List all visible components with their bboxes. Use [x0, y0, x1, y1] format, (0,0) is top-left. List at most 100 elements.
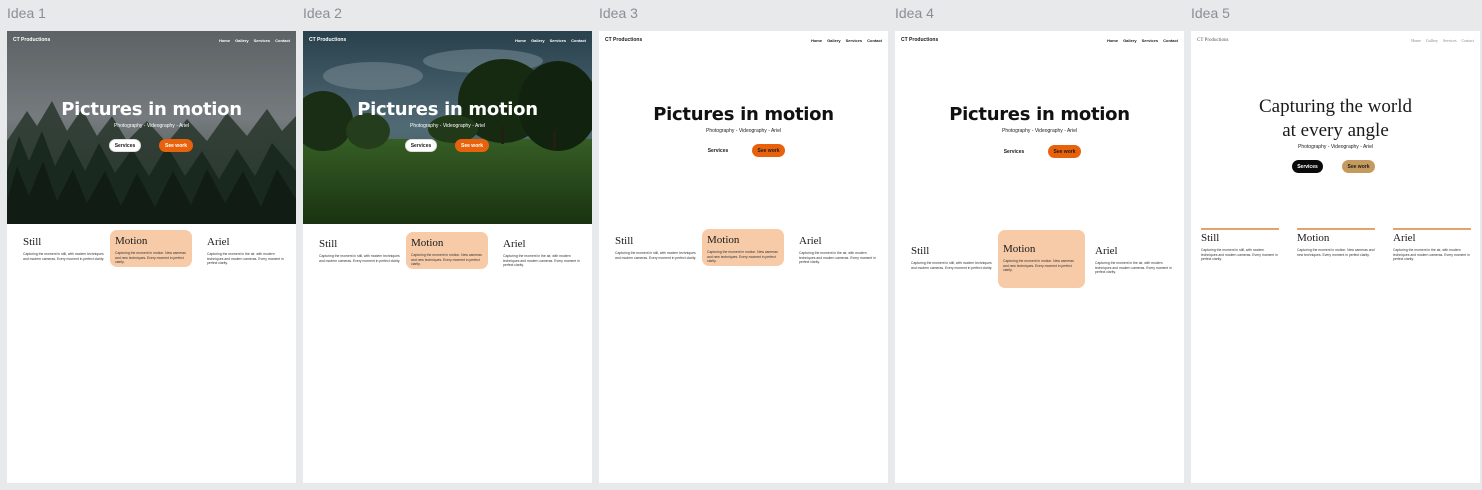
hero-subtitle: Photography - Videography - Ariel	[410, 123, 485, 129]
brand-logo[interactable]: CT Productions	[1197, 38, 1228, 43]
hero-title: Pictures in motion	[653, 104, 834, 125]
services-button[interactable]: Services	[109, 139, 141, 152]
card-title: Still	[319, 238, 338, 250]
hero-subtitle: Photography - Videography - Ariel	[1298, 144, 1373, 150]
card-title: Still	[23, 236, 42, 248]
top-nav: CT Productions Home Gallery Services Con…	[599, 31, 888, 49]
service-card-ariel: Ariel Capturing the moment in the air, w…	[799, 236, 881, 265]
see-work-button[interactable]: See work	[752, 144, 785, 157]
card-text: Capturing the moment in the air, with mo…	[207, 252, 284, 266]
service-card-still: Still Capturing the moment in still, wit…	[1201, 228, 1279, 262]
hero-title-line-2: at every angle	[1282, 120, 1389, 141]
nav-gallery[interactable]: Gallery	[1123, 38, 1137, 43]
nav-contact[interactable]: Contact	[1462, 38, 1474, 43]
card-title: Motion	[115, 235, 148, 247]
nav-contact[interactable]: Contact	[1163, 38, 1178, 43]
services-button[interactable]: Services	[1292, 160, 1323, 173]
hero-title: Pictures in motion	[949, 104, 1130, 125]
card-text: Capturing the moment in motion. New came…	[1003, 259, 1074, 273]
artboard[interactable]: Pictures in motion Photography - Videogr…	[303, 31, 592, 483]
nav-gallery[interactable]: Gallery	[531, 38, 545, 43]
brand-logo[interactable]: CT Productions	[901, 37, 938, 43]
card-text: Capturing the moment in still, with mode…	[615, 251, 697, 260]
card-text: Capturing the moment in the air, with mo…	[1393, 248, 1470, 262]
see-work-button[interactable]: See work	[1342, 160, 1375, 173]
hero-title-line-1: Capturing the world	[1258, 96, 1413, 117]
card-text: Capturing the moment in still, with mode…	[319, 254, 401, 263]
nav-services[interactable]: Services	[1443, 38, 1457, 43]
see-work-button[interactable]: See work	[159, 139, 193, 152]
nav-services[interactable]: Services	[254, 38, 270, 43]
hero-section: Pictures in motion Photography - Videogr…	[7, 31, 296, 224]
brand-logo[interactable]: CT Productions	[605, 37, 642, 43]
artboard[interactable]: CT Productions Home Gallery Services Con…	[1191, 31, 1480, 483]
card-title: Still	[1201, 232, 1220, 244]
brand-logo[interactable]: CT Productions	[13, 37, 50, 43]
nav-gallery[interactable]: Gallery	[235, 38, 249, 43]
card-text: Capturing the moment in motion. New came…	[411, 253, 482, 267]
card-title: Motion	[707, 234, 740, 246]
nav-home[interactable]: Home	[219, 38, 230, 43]
card-title: Motion	[1297, 232, 1330, 244]
hero-section: Pictures in motion Photography - Videogr…	[303, 31, 592, 224]
service-card-still: Still Capturing the moment in still, wit…	[23, 237, 105, 261]
nav-contact[interactable]: Contact	[275, 38, 290, 43]
nav-home[interactable]: Home	[1411, 38, 1421, 43]
card-text: Capturing the moment in still, with mode…	[1201, 248, 1278, 262]
artboard[interactable]: CT Productions Home Gallery Services Con…	[895, 31, 1184, 483]
card-title: Ariel	[207, 236, 230, 248]
hero-subtitle: Photography - Videography - Ariel	[706, 128, 781, 134]
services-button[interactable]: Services	[998, 145, 1030, 158]
nav-services[interactable]: Services	[550, 38, 566, 43]
service-card-ariel: Ariel Capturing the moment in the air, w…	[1095, 246, 1177, 275]
card-title: Still	[911, 245, 930, 257]
hero-title: Pictures in motion	[61, 99, 242, 120]
top-nav: CT Productions Home Gallery Services Con…	[1191, 31, 1480, 49]
card-title: Ariel	[799, 235, 822, 247]
frame-label: Idea 4	[895, 5, 934, 21]
service-card-motion: Motion Capturing the moment in motion. N…	[1297, 228, 1375, 257]
nav-home[interactable]: Home	[1107, 38, 1118, 43]
service-card-motion: Motion Capturing the moment in motion. N…	[406, 232, 488, 269]
hero-subtitle: Photography - Videography - Ariel	[1002, 128, 1077, 134]
brand-logo[interactable]: CT Productions	[309, 37, 346, 43]
hero-title: Pictures in motion	[357, 99, 538, 120]
nav-home[interactable]: Home	[515, 38, 526, 43]
nav-gallery[interactable]: Gallery	[1426, 38, 1438, 43]
artboard[interactable]: CT Productions Home Gallery Services Con…	[599, 31, 888, 483]
card-title: Motion	[411, 237, 444, 249]
card-text: Capturing the moment in still, with mode…	[911, 261, 993, 270]
frame-label: Idea 3	[599, 5, 638, 21]
card-title: Ariel	[1393, 232, 1416, 244]
nav-contact[interactable]: Contact	[867, 38, 882, 43]
services-button[interactable]: Services	[405, 139, 437, 152]
see-work-button[interactable]: See work	[455, 139, 489, 152]
hero-subtitle: Photography - Videography - Ariel	[114, 123, 189, 129]
card-text: Capturing the moment in motion. New came…	[115, 251, 186, 265]
nav-services[interactable]: Services	[846, 38, 862, 43]
service-card-still: Still Capturing the moment in still, wit…	[319, 239, 401, 263]
nav-gallery[interactable]: Gallery	[827, 38, 841, 43]
service-card-ariel: Ariel Capturing the moment in the air, w…	[503, 239, 585, 268]
card-text: Capturing the moment in the air, with mo…	[799, 251, 876, 265]
card-title: Ariel	[503, 238, 526, 250]
card-text: Capturing the moment in the air, with mo…	[1095, 261, 1172, 275]
frame-label: Idea 1	[7, 5, 46, 21]
nav-services[interactable]: Services	[1142, 38, 1158, 43]
nav-contact[interactable]: Contact	[571, 38, 586, 43]
hero-title: Capturing the world at every angle	[1191, 95, 1480, 143]
service-card-still: Still Capturing the moment in still, wit…	[615, 236, 697, 260]
service-card-motion: Motion Capturing the moment in motion. N…	[998, 230, 1085, 288]
artboard[interactable]: Pictures in motion Photography - Videogr…	[7, 31, 296, 483]
service-card-still: Still Capturing the moment in still, wit…	[911, 246, 993, 270]
services-button[interactable]: Services	[702, 144, 734, 157]
nav-home[interactable]: Home	[811, 38, 822, 43]
card-title: Still	[615, 235, 634, 247]
card-text: Capturing the moment in motion. New came…	[1297, 248, 1375, 257]
service-card-motion: Motion Capturing the moment in motion. N…	[110, 230, 192, 267]
service-card-motion: Motion Capturing the moment in motion. N…	[702, 229, 784, 266]
see-work-button[interactable]: See work	[1048, 145, 1081, 158]
service-card-ariel: Ariel Capturing the moment in the air, w…	[1393, 228, 1471, 262]
card-title: Ariel	[1095, 245, 1118, 257]
frame-label: Idea 5	[1191, 5, 1230, 21]
